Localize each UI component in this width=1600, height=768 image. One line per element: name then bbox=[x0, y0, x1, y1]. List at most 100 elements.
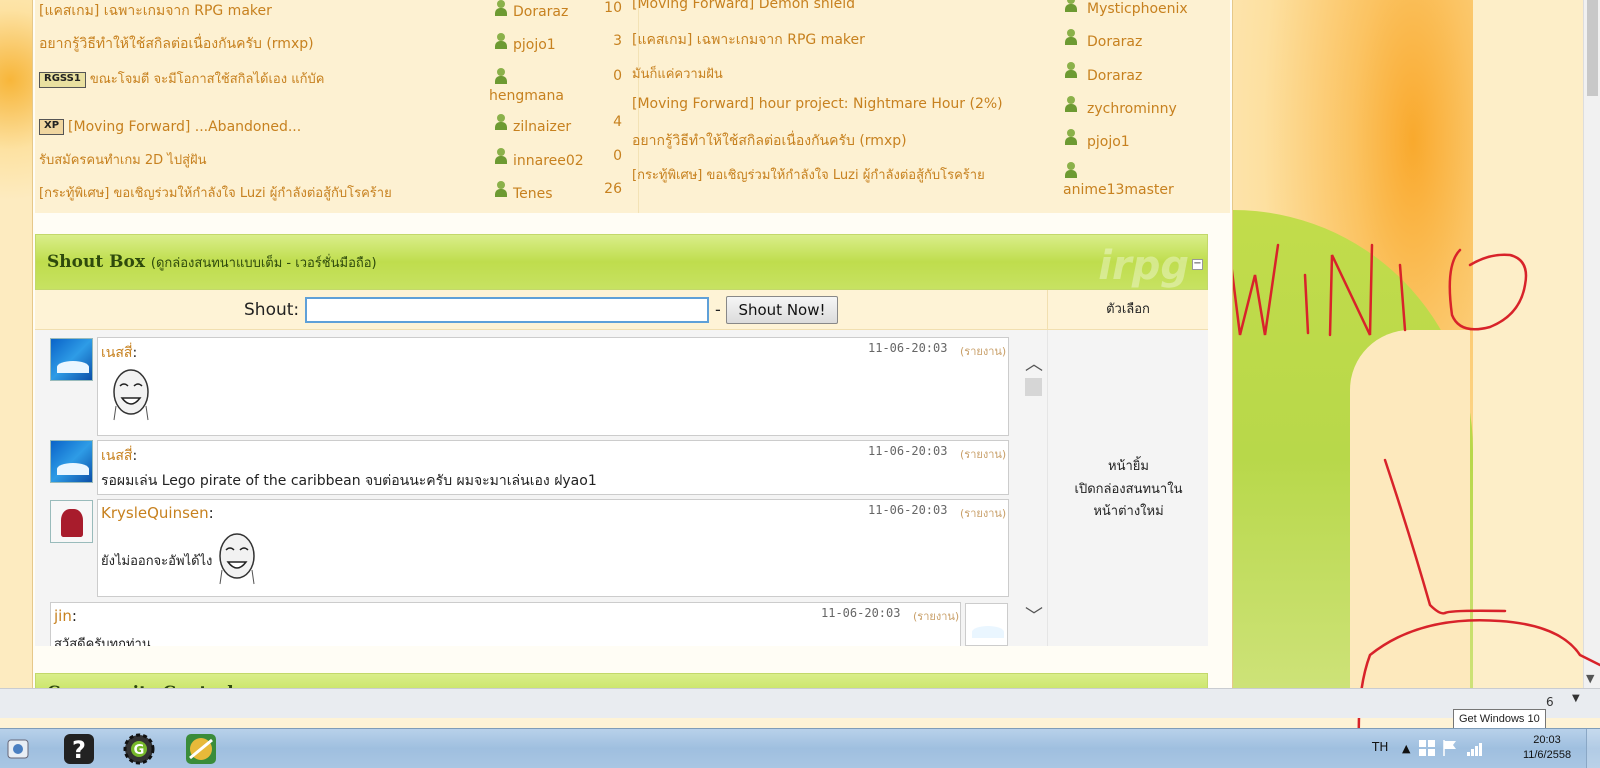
user-icon bbox=[494, 68, 508, 84]
gear-icon[interactable]: G bbox=[122, 732, 156, 766]
open-new-window-link-cont[interactable]: หน้าต่างใหม่ bbox=[1048, 501, 1209, 523]
network-app-icon[interactable] bbox=[4, 732, 32, 766]
shout-author-link[interactable]: KrysleQuinsen: bbox=[101, 504, 214, 522]
topic-title-link[interactable]: [Moving Forward] Demon shield bbox=[632, 0, 855, 12]
topic-title-link[interactable]: [แคสเกม] เฉพาะเกมจาก RPG maker bbox=[632, 29, 865, 51]
background-decoration-inner bbox=[1350, 330, 1470, 710]
show-hidden-icons-icon[interactable]: ▲ bbox=[1402, 729, 1410, 768]
user-icon bbox=[494, 181, 508, 197]
shout-message: เนสสี่: 11-06-20:03 (รายงาน) bbox=[97, 337, 1009, 436]
windows-logo-icon[interactable] bbox=[1418, 739, 1436, 757]
report-link[interactable]: (รายงาน) bbox=[960, 445, 1006, 463]
topic-title-link[interactable]: มันก็แค่ความฝัน bbox=[632, 63, 723, 84]
report-link[interactable]: (รายงาน) bbox=[960, 342, 1006, 360]
smilies-link[interactable]: หน้ายิ้ม bbox=[1048, 456, 1209, 478]
shoutbox-scrollbar-thumb[interactable] bbox=[1025, 378, 1042, 396]
avatar[interactable] bbox=[50, 440, 93, 483]
yao-ming-meme-icon bbox=[113, 369, 149, 421]
options-panel: หน้ายิ้ม เปิดกล่องสนทนาใน หน้าต่างใหม่ bbox=[1047, 330, 1208, 646]
topic-author-link[interactable]: Tenes bbox=[513, 186, 553, 202]
shoutbox-fullview-link[interactable]: (ดูกล่องสนทนาแบบเต็ม - เวอร์ชั่นมือถือ) bbox=[151, 256, 377, 271]
shout-message: KrysleQuinsen: 11-06-20:03 (รายงาน) ยังไ… bbox=[97, 499, 1009, 597]
user-icon bbox=[1064, 96, 1078, 112]
topic-author-link[interactable]: pjojo1 bbox=[1087, 134, 1130, 150]
report-link[interactable]: (รายงาน) bbox=[913, 607, 959, 625]
topic-author-link[interactable]: Mysticphoenix bbox=[1087, 1, 1188, 17]
topic-title-link[interactable]: [กระทู้พิเศษ] ขอเชิญร่วมให้กำลังใจ Luzi … bbox=[39, 182, 392, 203]
topic-author-link[interactable]: Doraraz bbox=[513, 4, 568, 20]
report-link[interactable]: (รายงาน) bbox=[960, 504, 1006, 522]
separator-dash: - bbox=[715, 300, 721, 319]
clock-date: 11/6/2558 bbox=[1522, 749, 1572, 761]
background-cream-strip bbox=[1473, 0, 1583, 706]
shout-timestamp: 11-06-20:03 bbox=[868, 503, 948, 517]
language-indicator[interactable]: TH bbox=[1372, 727, 1388, 767]
forum-main-column: [แคสเกม] เฉพาะเกมจาก RPG maker Doraraz 1… bbox=[32, 0, 1233, 706]
scroll-down-icon[interactable]: ▼ bbox=[1586, 672, 1594, 685]
open-new-window-link[interactable]: เปิดกล่องสนทนาใน bbox=[1048, 479, 1209, 501]
system-clock[interactable]: 20:03 11/6/2558 bbox=[1514, 733, 1580, 763]
topic-title-link[interactable]: อยากรู้วิธีทำให้ใช้สกิลต่อเนื่องกันครับ … bbox=[39, 33, 314, 55]
yao-ming-meme-icon bbox=[219, 533, 255, 585]
map-app-icon[interactable] bbox=[184, 732, 218, 766]
shout-text: สวัสดีครับทุกท่าน bbox=[54, 637, 151, 646]
show-desktop-button[interactable] bbox=[1586, 729, 1600, 768]
shout-author-name: KrysleQuinsen bbox=[101, 504, 209, 522]
shout-author-link[interactable]: เนสสี่: bbox=[101, 445, 137, 467]
page-background-left bbox=[0, 0, 32, 706]
topic-author-link[interactable]: Doraraz bbox=[1087, 68, 1142, 84]
svg-text:G: G bbox=[134, 743, 145, 758]
topic-title-link[interactable]: XP [Moving Forward] ...Abandoned... bbox=[39, 119, 301, 135]
reply-count: 0 bbox=[613, 148, 622, 164]
zoom-partial: 6 bbox=[1546, 695, 1554, 709]
shoutbox-title: Shout Box (ดูกล่องสนทนาแบบเต็ม - เวอร์ชั… bbox=[47, 252, 377, 273]
topic-author-link[interactable]: hengmana bbox=[489, 88, 564, 104]
user-icon bbox=[1064, 29, 1078, 45]
dropdown-arrow-icon[interactable]: ▼ bbox=[1572, 693, 1580, 704]
clock-time: 20:03 bbox=[1533, 734, 1561, 746]
topic-author-link[interactable]: Doraraz bbox=[1087, 34, 1142, 50]
topic-title-link[interactable]: RGSS1 ขณะโจมตี จะมีโอกาสใช้สกิลได้เอง แก้… bbox=[39, 68, 324, 89]
user-icon bbox=[494, 33, 508, 49]
page-scrollbar[interactable]: ▼ bbox=[1583, 0, 1600, 706]
topic-title-link[interactable]: [Moving Forward] hour project: Nightmare… bbox=[632, 96, 1003, 112]
rgss1-badge: RGSS1 bbox=[39, 71, 86, 88]
scroll-up-icon[interactable]: ︿ bbox=[1025, 350, 1043, 376]
options-header: ตัวเลือก bbox=[1047, 290, 1208, 330]
topic-author-link[interactable]: pjojo1 bbox=[513, 37, 556, 53]
page-scrollbar-thumb[interactable] bbox=[1587, 0, 1598, 96]
topic-author-link[interactable]: zychrominny bbox=[1087, 101, 1177, 117]
avatar[interactable] bbox=[50, 500, 93, 543]
shout-label: Shout: bbox=[244, 300, 300, 320]
topic-title-link[interactable]: [แคสเกม] เฉพาะเกมจาก RPG maker bbox=[39, 0, 272, 22]
shout-timestamp: 11-06-20:03 bbox=[821, 606, 901, 620]
shout-author-name: jin bbox=[54, 607, 72, 625]
topic-title-link[interactable]: รับสมัครคนทำเกม 2D ไปสู่ฝัน bbox=[39, 149, 207, 170]
topic-title-link[interactable]: อยากรู้วิธีทำให้ใช้สกิลต่อเนื่องกันครับ … bbox=[632, 130, 907, 152]
reply-count: 10 bbox=[604, 0, 622, 16]
scroll-down-icon[interactable]: ﹀ bbox=[1025, 602, 1043, 628]
shout-message: เนสสี่: 11-06-20:03 (รายงาน) รอผมเล่น Le… bbox=[97, 440, 1009, 495]
shout-input[interactable] bbox=[305, 297, 709, 323]
shoutbox-scrollbar[interactable]: ︿ ﹀ bbox=[1025, 350, 1043, 630]
collapse-icon[interactable]: − bbox=[1192, 259, 1203, 270]
topic-author-link[interactable]: zilnaizer bbox=[513, 119, 571, 135]
topic-title-link[interactable]: [กระทู้พิเศษ] ขอเชิญร่วมให้กำลังใจ Luzi … bbox=[632, 164, 985, 185]
shout-author-link[interactable]: jin: bbox=[54, 607, 77, 625]
user-icon bbox=[494, 114, 508, 130]
topic-title-text: [Moving Forward] ...Abandoned... bbox=[68, 119, 302, 135]
avatar[interactable] bbox=[50, 338, 93, 381]
topic-author-link[interactable]: innaree02 bbox=[513, 153, 584, 169]
action-center-flag-icon[interactable] bbox=[1442, 739, 1458, 757]
shout-now-button[interactable]: Shout Now! bbox=[726, 296, 838, 324]
avatar[interactable] bbox=[965, 603, 1008, 646]
signal-strength-icon[interactable] bbox=[1466, 741, 1484, 757]
shout-author-link[interactable]: เนสสี่: bbox=[101, 342, 137, 364]
help-icon[interactable]: ? bbox=[62, 732, 96, 766]
get-windows-10-tooltip: Get Windows 10 bbox=[1453, 709, 1546, 729]
user-icon bbox=[1064, 62, 1078, 78]
topic-author-link[interactable]: anime13master bbox=[1063, 182, 1174, 198]
shout-timestamp: 11-06-20:03 bbox=[868, 341, 948, 355]
user-icon bbox=[1064, 162, 1078, 178]
shout-messages-list: เนสสี่: 11-06-20:03 (รายงาน) เนสสี่: 11-… bbox=[35, 330, 1047, 646]
